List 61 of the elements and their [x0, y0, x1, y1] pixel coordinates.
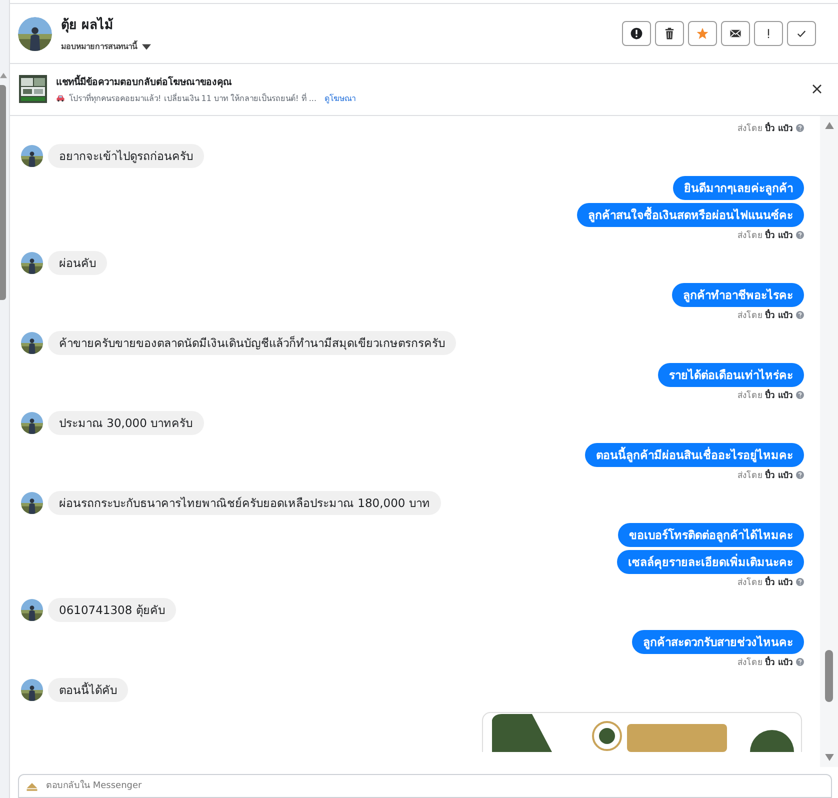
- message-bubble: เซลล์คุยรายละเอียดเพิ่มเติมนะคะ: [617, 550, 804, 574]
- help-icon: [796, 658, 804, 666]
- help-icon: [796, 578, 804, 586]
- sent-by-label: ส่งโดย ปิ๋ว แป๋ว: [737, 575, 793, 589]
- sent-by-label: ส่งโดย ปิ๋ว แป๋ว: [737, 388, 793, 402]
- avatar: [21, 252, 43, 274]
- message-bubble: ยินดีมากๆเลยค่ะลูกค้า: [673, 176, 804, 200]
- scrollbar-thumb[interactable]: [0, 85, 6, 300]
- help-icon: [796, 230, 804, 239]
- contact-name: ตุ้ย ผลไม้: [61, 16, 115, 36]
- sent-by-label: ส่งโดย ปิ๋ว แป๋ว: [737, 655, 793, 669]
- ad-snippet: โปราที่ทุกคนรอคอยมาแล้ว! เปลี่ยนเงิน 11 บาท ให้กลายเป็นรถยนต์! ที่ ...: [69, 92, 316, 105]
- avatar: [21, 492, 43, 514]
- avatar: [21, 144, 43, 167]
- reply-field[interactable]: ตอบกลับใน Messenger: [18, 774, 832, 798]
- message-bubble: ผ่อนคับ: [48, 250, 107, 275]
- message-bubble: ลูกค้าสนใจซื้อเงินสดหรือผ่อนไฟแนนซ์คะ: [577, 202, 804, 227]
- help-icon: [796, 470, 804, 479]
- message-bubble: ตอนนี้ลูกค้ามีผ่อนสินเชื่ออะไรอยู่ไหมคะ: [585, 442, 804, 467]
- help-icon: [796, 310, 804, 319]
- avatar: [21, 412, 43, 434]
- message-bubble: ลูกค้าทำอาชีพอะไรคะ: [672, 282, 804, 307]
- message-bubble: ค้าขายครับขายของตลาดนัดมีเงินเดินบัญชีแล้วก็ทำนามีสมุดเขียวเกษตรกรครับ: [48, 330, 456, 355]
- ad-reply-title: แชทนี้มีข้อความตอบกลับต่อโฆษณาของคุณ: [56, 74, 233, 89]
- scroll-down-icon[interactable]: [824, 754, 834, 761]
- avatar: [21, 598, 43, 621]
- close-button[interactable]: [812, 84, 822, 94]
- sent-by-label: ส่งโดย ปิ๋ว แป๋ว: [737, 468, 793, 482]
- message-bubble: ลูกค้าสะดวกรับสายช่วงไหนคะ: [632, 630, 804, 654]
- star-button[interactable]: [688, 21, 717, 46]
- star-icon: [696, 27, 709, 40]
- close-icon: [812, 84, 822, 94]
- car-icon: [56, 94, 65, 102]
- page-logo-icon: [25, 781, 39, 792]
- message-bubble: ผ่อนรถกระบะกับธนาคารไทยพาณิชย์ครับยอดเหลือประมาณ 180,000 บาท: [48, 490, 441, 515]
- message-bubble: รายได้ต่อเดือนเท่าไหร่คะ: [658, 362, 804, 387]
- scroll-up-icon[interactable]: [824, 122, 834, 129]
- view-ad-link[interactable]: ดูโฆษณา: [324, 92, 356, 105]
- check-button[interactable]: [787, 21, 816, 46]
- trash-button[interactable]: [655, 21, 684, 46]
- help-icon: [796, 390, 804, 399]
- scrollbar-thumb[interactable]: [825, 650, 833, 702]
- message-bubble: ตอนนี้ได้คับ: [48, 678, 128, 702]
- message-bubble: อยากจะเข้าไปดูรถก่อนครับ: [48, 144, 204, 168]
- caret-icon: [142, 44, 151, 50]
- sent-by-label: ส่งโดย ปิ๋ว แป๋ว: [737, 121, 793, 135]
- scroll-up-icon[interactable]: [0, 72, 7, 79]
- message-bubble: ประมาณ 30,000 บาทครับ: [48, 410, 204, 435]
- message-bubble: 0610741308 ตุ้ยคับ: [48, 598, 176, 622]
- sent-by-label: ส่งโดย ปิ๋ว แป๋ว: [737, 308, 793, 322]
- envelope-button[interactable]: [721, 21, 750, 46]
- alert-button[interactable]: [622, 21, 651, 46]
- sent-by-label: ส่งโดย ปิ๋ว แป๋ว: [737, 228, 793, 242]
- assign-dropdown[interactable]: มอบหมายการสนทนานี้: [61, 40, 622, 54]
- avatar: [18, 16, 52, 51]
- message-bubble: ขอเบอร์โทรติดต่อลูกค้าได้ไหมคะ: [618, 522, 804, 547]
- alert-icon: [630, 27, 643, 40]
- avatar: [21, 332, 43, 354]
- trash-icon: [663, 27, 676, 40]
- help-icon: [796, 124, 804, 132]
- avatar: [21, 678, 43, 701]
